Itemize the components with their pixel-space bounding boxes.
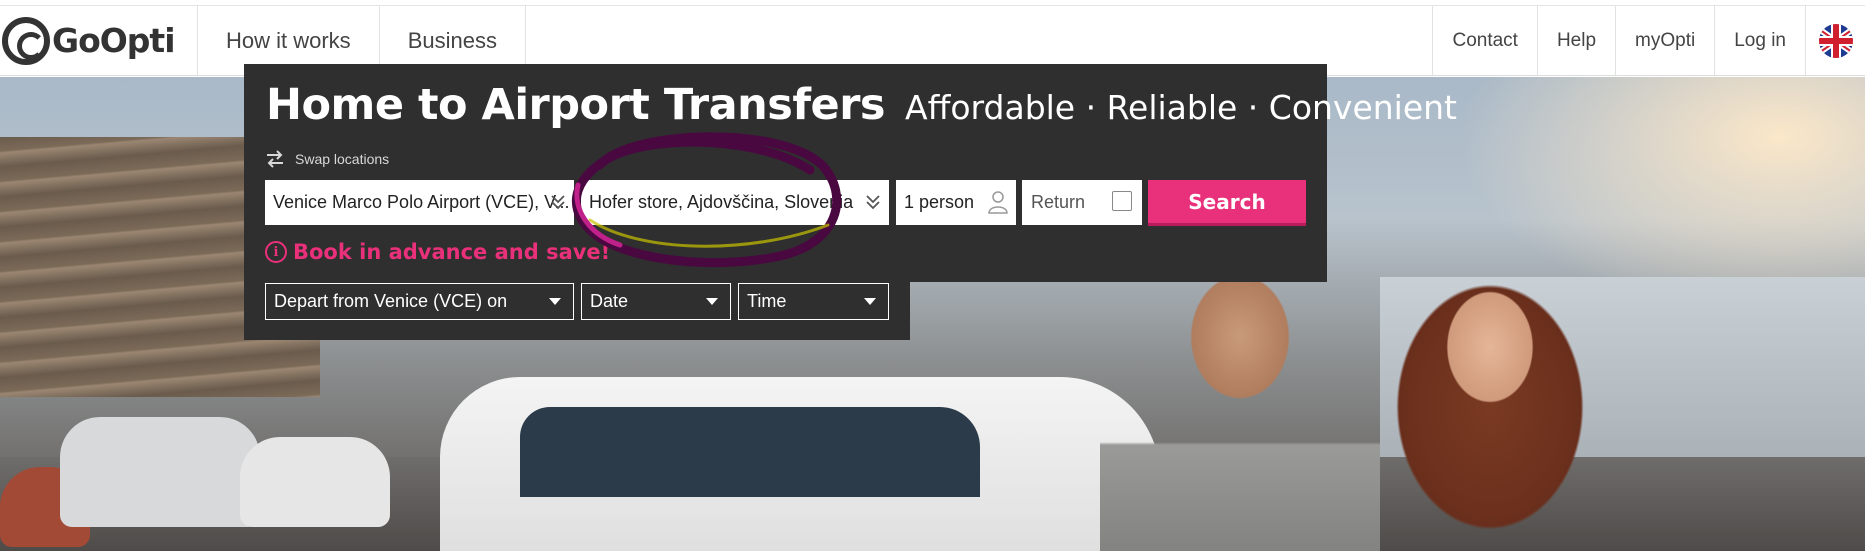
from-location-value: Venice Marco Polo Airport (VCE), V... (273, 192, 570, 212)
swap-locations-label: Swap locations (295, 151, 390, 167)
to-location-input[interactable]: Hofer store, Ajdovščina, Slovenia (581, 180, 889, 225)
nav-help[interactable]: Help (1536, 6, 1615, 75)
nav-right-group: Contact Help myOpti Log in (1432, 6, 1865, 75)
double-chevron-down-icon (551, 195, 565, 210)
info-icon: i (265, 241, 287, 263)
language-selector[interactable] (1805, 6, 1865, 75)
person-icon (988, 191, 1008, 214)
depart-select[interactable]: Depart from Venice (VCE) on (265, 283, 574, 320)
advance-booking-notice: i Book in advance and save! (265, 240, 610, 264)
return-label: Return (1031, 192, 1086, 212)
from-location-input[interactable]: Venice Marco Polo Airport (VCE), V... (265, 180, 574, 225)
uk-flag-icon (1818, 23, 1853, 58)
search-button[interactable]: Search (1148, 180, 1306, 226)
dropdown-arrow-icon (864, 298, 876, 305)
return-checkbox[interactable] (1112, 191, 1132, 211)
date-select[interactable]: Date (581, 283, 731, 320)
swap-arrows-icon (267, 150, 283, 168)
date-select-value: Date (590, 291, 629, 311)
tagline: Affordable · Reliable · Convenient (905, 88, 1457, 127)
logo-text: GoOpti (52, 21, 176, 60)
nav-myopti[interactable]: myOpti (1615, 6, 1714, 75)
smiling-man (1100, 277, 1380, 551)
search-headline: Home to Airport Transfers Affordable · R… (266, 80, 1457, 130)
passengers-input[interactable]: 1 person (896, 180, 1016, 225)
van-windshield (520, 407, 980, 497)
dropdown-arrow-icon (706, 298, 718, 305)
nav-contact[interactable]: Contact (1432, 6, 1536, 75)
double-chevron-down-icon (866, 195, 880, 210)
passengers-value: 1 person (904, 192, 975, 212)
dropdown-arrow-icon (549, 298, 561, 305)
time-select[interactable]: Time (738, 283, 889, 320)
depart-select-value: Depart from Venice (VCE) on (274, 291, 508, 311)
parked-car (240, 437, 390, 527)
swap-locations-button[interactable]: Swap locations (265, 150, 389, 168)
to-location-value: Hofer store, Ajdovščina, Slovenia (589, 192, 854, 212)
smiling-woman (1380, 277, 1610, 551)
goopti-logo[interactable]: GoOpti (0, 6, 198, 75)
return-toggle[interactable]: Return (1022, 180, 1142, 225)
logo-mark-icon (2, 16, 50, 65)
time-select-value: Time (747, 291, 787, 311)
advance-booking-text: Book in advance and save! (293, 240, 611, 264)
page-title: Home to Airport Transfers (266, 80, 886, 130)
parked-car (60, 417, 260, 527)
nav-log-in[interactable]: Log in (1714, 6, 1805, 75)
